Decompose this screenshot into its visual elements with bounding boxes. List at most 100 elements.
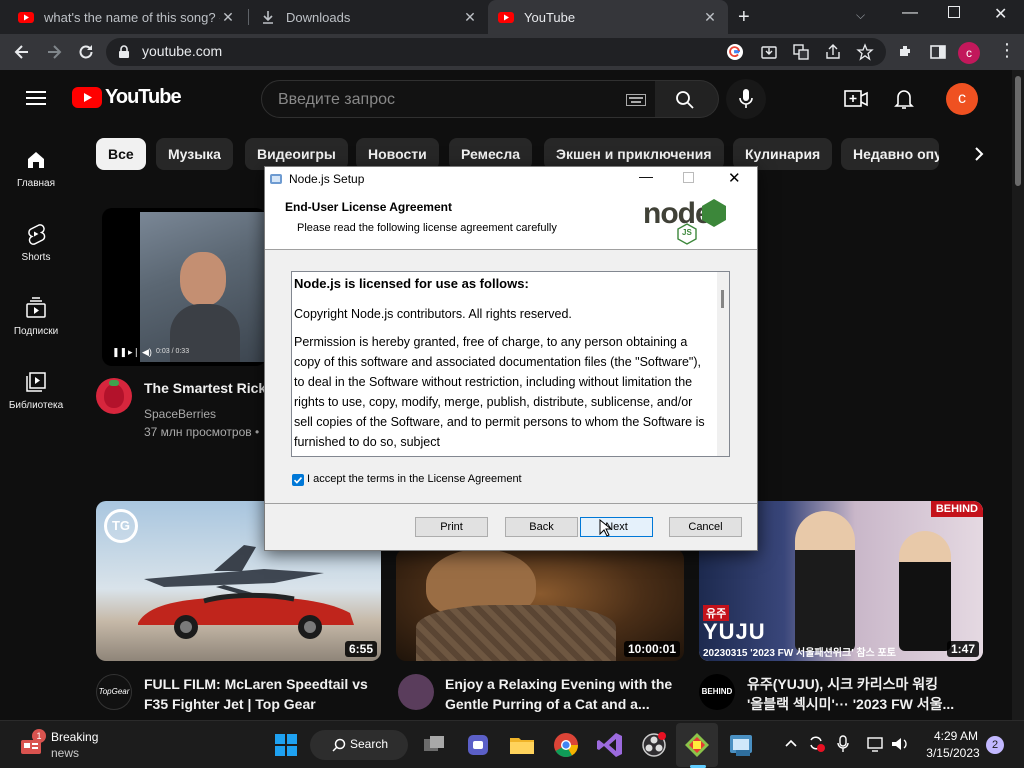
dialog-close-icon[interactable]: ✕	[728, 169, 741, 187]
sync-tray-icon[interactable]	[806, 733, 826, 753]
page-scrollbar-track[interactable]	[1012, 70, 1024, 720]
bookmark-star-icon[interactable]	[856, 43, 874, 61]
channel-avatar-topgear[interactable]: TopGear	[96, 674, 132, 710]
side-panel-icon[interactable]	[928, 42, 948, 62]
accept-checkbox[interactable]	[292, 474, 304, 486]
license-scrollbar-track[interactable]	[717, 272, 729, 456]
address-bar[interactable]: youtube.com	[106, 38, 886, 66]
pause-icon[interactable]: ❚❚	[112, 347, 127, 358]
mic-tray-icon[interactable]	[836, 734, 850, 754]
channel-avatar-cat[interactable]	[398, 674, 434, 710]
nav-label: Библиотека	[8, 400, 64, 411]
tab-close-icon[interactable]: ✕	[220, 9, 236, 26]
video-title-line2[interactable]: Gentle Purring of a Cat and a...	[445, 694, 650, 714]
extensions-puzzle-icon[interactable]	[896, 42, 916, 62]
chrome-icon[interactable]	[550, 729, 582, 761]
nav-item-library[interactable]: Библиотека	[0, 370, 72, 411]
nav-item-shorts[interactable]: Shorts	[0, 222, 72, 263]
accept-label[interactable]: I accept the terms in the License Agreem…	[307, 473, 522, 485]
video-title[interactable]: The Smartest RickR	[144, 378, 266, 398]
notifications-bell-icon[interactable]	[894, 88, 914, 110]
create-video-icon[interactable]	[844, 88, 868, 110]
chip-music[interactable]: Музыка	[156, 138, 233, 170]
youtube-logo[interactable]: YouTube	[72, 86, 182, 109]
chip-recently-uploaded[interactable]: Недавно опу	[841, 138, 939, 170]
player-frame	[140, 212, 266, 362]
forward-arrow-icon[interactable]	[44, 42, 64, 62]
task-view-icon[interactable]	[418, 729, 450, 761]
youtube-icon	[498, 12, 514, 23]
tab-youtube[interactable]: YouTube ✕	[488, 0, 728, 34]
windows-start-icon[interactable]	[270, 729, 302, 761]
new-tab-button[interactable]: +	[738, 6, 750, 29]
nav-item-home[interactable]: Главная	[0, 148, 72, 189]
notification-count-badge[interactable]: 2	[986, 736, 1004, 754]
search-box[interactable]: Введите запрос	[261, 80, 661, 118]
video-thumbnail-cat[interactable]: 10:00:01	[396, 549, 684, 661]
visual-studio-icon[interactable]	[594, 729, 626, 761]
dialog-banner: End-User License Agreement Please read t…	[265, 191, 757, 250]
nav-item-subscriptions[interactable]: Подписки	[0, 296, 72, 337]
translate-icon[interactable]	[792, 43, 810, 61]
lock-icon[interactable]	[118, 45, 130, 59]
video-title-line2[interactable]: '올블랙 섹시미'··· '2023 FW 서울...	[747, 694, 954, 714]
google-icon[interactable]	[726, 43, 744, 61]
keyboard-icon[interactable]	[626, 94, 646, 106]
license-copyright: Copyright Node.js contributors. All righ…	[294, 307, 572, 321]
obs-icon[interactable]	[638, 729, 670, 761]
video-title-line2[interactable]: F35 Fighter Jet | Top Gear	[144, 694, 316, 714]
voice-search-button[interactable]	[726, 79, 766, 119]
hamburger-menu-icon[interactable]	[26, 90, 46, 106]
tab-downloads[interactable]: Downloads ✕	[250, 0, 488, 34]
clock-time[interactable]: 4:29 AM	[926, 729, 986, 743]
subscriptions-icon	[26, 297, 46, 318]
search-button[interactable]	[655, 80, 719, 118]
dialog-minimize-icon[interactable]: —	[639, 168, 653, 184]
cancel-button[interactable]: Cancel	[669, 517, 742, 537]
nodejs-installer-icon[interactable]	[681, 729, 713, 761]
chip-all[interactable]: Все	[96, 138, 146, 170]
back-button[interactable]: Back	[505, 517, 578, 537]
license-scrollbar-thumb[interactable]	[721, 290, 724, 308]
volume-tray-icon[interactable]	[890, 735, 910, 753]
next-track-icon[interactable]: ▸❘	[128, 347, 140, 358]
search-placeholder[interactable]: Введите запрос	[278, 91, 395, 109]
video-duration: 6:55	[344, 641, 377, 657]
tab-search-chevron-icon[interactable]: ⌵	[856, 8, 865, 23]
video-thumbnail-rickroll[interactable]: ❚❚ ▸❘ ◀) 0:03 / 0:33	[102, 208, 266, 366]
user-avatar[interactable]: c	[946, 83, 978, 115]
video-title-line1[interactable]: 유주(YUJU), 시크 카리스마 워킹	[747, 674, 938, 694]
chips-next-chevron-icon[interactable]	[972, 146, 986, 162]
page-scrollbar-thumb[interactable]	[1015, 76, 1021, 186]
channel-avatar-behind[interactable]: BEHIND	[699, 674, 735, 710]
network-tray-icon[interactable]	[866, 735, 886, 753]
browser-menu-icon[interactable]: ⋮	[998, 40, 1016, 61]
volume-icon[interactable]: ◀)	[142, 347, 152, 358]
print-button[interactable]: Print	[415, 517, 488, 537]
channel-name[interactable]: SpaceBerries	[144, 405, 216, 423]
profile-avatar[interactable]: c	[958, 42, 980, 64]
taskbar-search[interactable]: Search	[310, 730, 408, 760]
file-explorer-icon[interactable]	[506, 729, 538, 761]
back-arrow-icon[interactable]	[12, 42, 32, 62]
video-title-line1[interactable]: FULL FILM: McLaren Speedtail vs	[144, 674, 368, 694]
install-app-icon[interactable]	[760, 43, 778, 61]
maximize-icon[interactable]	[948, 6, 960, 18]
reload-icon[interactable]	[76, 42, 96, 62]
window-close-icon[interactable]: ✕	[994, 4, 1007, 24]
teams-chat-icon[interactable]	[462, 729, 494, 761]
next-button[interactable]: Next	[580, 517, 653, 537]
tab-close-icon[interactable]: ✕	[462, 9, 478, 26]
tray-expand-chevron-icon[interactable]	[784, 738, 798, 748]
minimize-icon[interactable]: —	[902, 4, 918, 22]
clock-date[interactable]: 3/15/2023	[920, 746, 986, 760]
tab-close-icon[interactable]: ✕	[702, 9, 718, 26]
youtube-icon	[18, 12, 34, 23]
tab-song-question[interactable]: what's the name of this song? - Y ✕	[8, 0, 246, 34]
setup-window-icon[interactable]	[725, 729, 757, 761]
share-icon[interactable]	[824, 43, 842, 61]
video-title-line1[interactable]: Enjoy a Relaxing Evening with the	[445, 674, 672, 694]
channel-avatar-spaceberries[interactable]	[96, 378, 132, 414]
license-text-area[interactable]: Node.js is licensed for use as follows: …	[291, 271, 730, 457]
news-widget[interactable]: 1 Breaking news	[10, 727, 120, 763]
